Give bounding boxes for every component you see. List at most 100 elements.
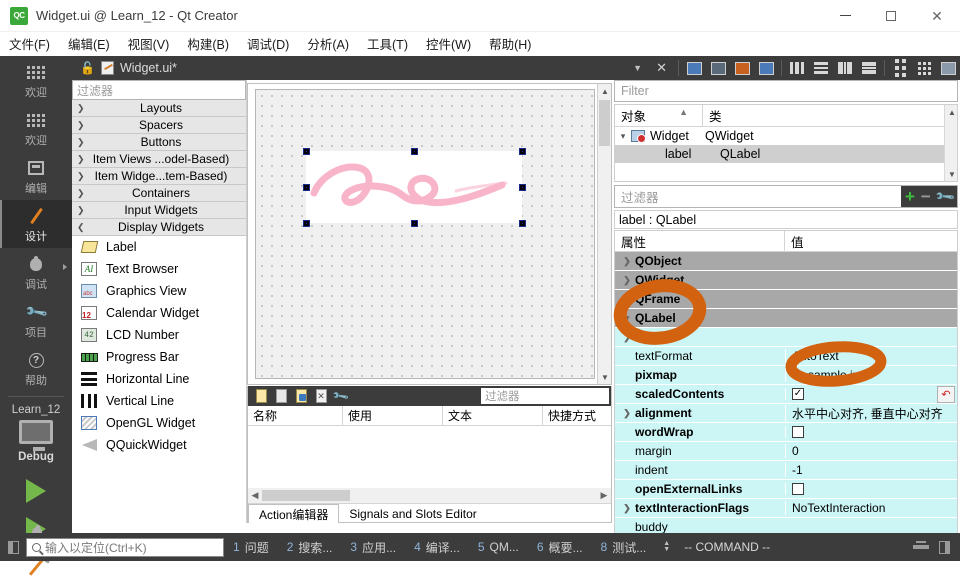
mode-welcome-1[interactable]: 欢迎: [0, 56, 72, 104]
column-header-value[interactable]: 值: [785, 231, 957, 251]
form-widget[interactable]: [255, 89, 595, 379]
property-row-scaledcontents[interactable]: scaledContents ✓ ↶: [615, 385, 957, 404]
column-header-used[interactable]: 使用: [343, 406, 443, 425]
tab-signals-and-slots-editor[interactable]: Signals and Slots Editor: [339, 504, 486, 523]
chevron-right-icon[interactable]: ❯: [619, 408, 635, 419]
menu-view[interactable]: 视图(V): [119, 31, 179, 56]
property-row-alignment[interactable]: ❯ alignment 水平中心对齐, 垂直中心对齐: [615, 404, 957, 423]
property-value[interactable]: AutoText: [785, 349, 957, 363]
widgetbox-category-item-widgets[interactable]: ❯ Item Widge...tem-Based): [72, 168, 246, 185]
scrollbar-thumb[interactable]: [262, 490, 350, 501]
mode-help[interactable]: ? 帮助: [0, 344, 72, 392]
object-inspector-filter-input[interactable]: Filter: [614, 80, 958, 102]
widgetbox-category-display-widgets[interactable]: ❮ Display Widgets: [72, 219, 246, 236]
resize-handle-bottom-center[interactable]: [411, 220, 418, 227]
column-header-shortcut[interactable]: 快捷方式: [543, 406, 611, 425]
property-filter-input[interactable]: 过滤器: [615, 187, 901, 206]
widget-item-text-browser[interactable]: AI Text Browser: [72, 258, 246, 280]
scrollbar-thumb[interactable]: [599, 100, 610, 146]
widget-item-horizontal-line[interactable]: Horizontal Line: [72, 368, 246, 390]
widget-box-filter-input[interactable]: 过滤器: [72, 80, 246, 100]
column-header-property[interactable]: 属性: [615, 231, 785, 251]
menu-file[interactable]: 文件(F): [0, 31, 59, 56]
chevron-down-icon[interactable]: ▾: [619, 313, 635, 324]
unlock-icon[interactable]: 🔓: [80, 61, 95, 75]
status-panel-qml-debugger[interactable]: 5 QM...: [469, 540, 528, 554]
minus-icon[interactable]: −: [921, 188, 931, 205]
layout-vertically-icon[interactable]: [811, 59, 831, 77]
checkbox-unchecked-icon[interactable]: [792, 483, 804, 495]
widgetbox-category-buttons[interactable]: ❯ Buttons: [72, 134, 246, 151]
chevron-right-icon[interactable]: ❯: [619, 503, 635, 514]
property-value[interactable]: 0: [785, 444, 957, 458]
mode-edit[interactable]: 编辑: [0, 152, 72, 200]
edit-signals-slots-icon[interactable]: [708, 59, 728, 77]
layout-in-grid-icon[interactable]: [914, 59, 934, 77]
column-header-text[interactable]: 文本: [443, 406, 543, 425]
chevron-right-icon[interactable]: ❯: [619, 256, 635, 267]
close-document-icon[interactable]: ✕: [648, 60, 675, 76]
chevron-down-icon[interactable]: ▾: [615, 131, 631, 142]
property-editor-table[interactable]: 属性 值 ❯ QObject ❯ QWidget ❯ QFrame ▾ QLab…: [614, 230, 958, 538]
resize-handle-top-center[interactable]: [411, 148, 418, 155]
property-value[interactable]: sample.jpg: [785, 368, 957, 382]
configure-icon[interactable]: 🔧: [332, 388, 350, 406]
status-panel-issues[interactable]: 1 问题: [224, 539, 278, 556]
widgetbox-category-item-views[interactable]: ❯ Item Views ...odel-Based): [72, 151, 246, 168]
widgetbox-category-spacers[interactable]: ❯ Spacers: [72, 117, 246, 134]
edit-buddies-icon[interactable]: [732, 59, 752, 77]
widget-item-lcd-number[interactable]: 42 LCD Number: [72, 324, 246, 346]
layout-horizontally-icon[interactable]: [787, 59, 807, 77]
widget-item-progress-bar[interactable]: Progress Bar: [72, 346, 246, 368]
paste-action-icon[interactable]: [292, 388, 310, 405]
object-tree-row-label[interactable]: label QLabel: [615, 145, 957, 163]
status-panel-search[interactable]: 2 搜索...: [278, 539, 342, 556]
delete-action-icon[interactable]: ✕: [312, 388, 330, 405]
menu-help[interactable]: 帮助(H): [480, 31, 540, 56]
status-panel-overview[interactable]: 6 概要...: [528, 539, 592, 556]
maximize-button[interactable]: [868, 0, 914, 32]
toggle-output-pane-button[interactable]: [939, 540, 950, 554]
widget-item-opengl-widget[interactable]: OpenGL Widget: [72, 412, 246, 434]
resize-handle-middle-right[interactable]: [519, 184, 526, 191]
menu-build[interactable]: 构建(B): [178, 31, 238, 56]
copy-action-icon[interactable]: [272, 388, 290, 405]
widget-item-qquickwidget[interactable]: QQuickWidget: [72, 434, 246, 456]
property-value-checkbox[interactable]: ✓: [785, 388, 957, 400]
property-value[interactable]: -1: [785, 463, 957, 477]
scroll-up-arrow-icon[interactable]: ▲: [598, 84, 611, 98]
widget-item-graphics-view[interactable]: Graphics View: [72, 280, 246, 302]
mode-debug[interactable]: 调试: [0, 248, 72, 296]
resize-handle-bottom-right[interactable]: [519, 220, 526, 227]
chevron-down-icon[interactable]: ▼: [633, 63, 648, 73]
menu-analyze[interactable]: 分析(A): [298, 31, 358, 56]
wrench-icon[interactable]: 🔧: [934, 185, 957, 208]
edit-tab-order-icon[interactable]: [756, 59, 776, 77]
run-button[interactable]: [0, 463, 72, 503]
menu-widgets[interactable]: 控件(W): [417, 31, 480, 56]
action-editor-rows[interactable]: [248, 426, 611, 488]
plus-icon[interactable]: +: [905, 188, 915, 205]
new-action-icon[interactable]: [252, 388, 270, 405]
property-row-indent[interactable]: indent -1: [615, 461, 957, 480]
layout-in-splitter-h-icon[interactable]: [835, 59, 855, 77]
selected-label-widget[interactable]: [306, 151, 522, 223]
property-group-qwidget[interactable]: ❯ QWidget: [615, 271, 957, 290]
widgetbox-category-containers[interactable]: ❯ Containers: [72, 185, 246, 202]
property-group-qobject[interactable]: ❯ QObject: [615, 252, 957, 271]
widgetbox-category-layouts[interactable]: ❯ Layouts: [72, 100, 246, 117]
property-row-pixmap[interactable]: pixmap sample.jpg: [615, 366, 957, 385]
checkbox-unchecked-icon[interactable]: [792, 426, 804, 438]
layout-in-form-icon[interactable]: [890, 59, 910, 77]
status-panel-tests[interactable]: 8 测试...: [592, 539, 656, 556]
chevron-right-icon[interactable]: ❯: [619, 332, 635, 343]
property-value[interactable]: NoTextInteraction: [785, 501, 957, 515]
break-layout-icon[interactable]: [938, 59, 958, 77]
scroll-down-arrow-icon[interactable]: ▼: [598, 370, 611, 384]
status-panel-application-output[interactable]: 3 应用...: [341, 539, 405, 556]
scroll-up-arrow-icon[interactable]: ▲: [945, 105, 959, 119]
property-value-checkbox[interactable]: [785, 426, 957, 438]
panel-size-stepper[interactable]: ▲ ▼: [655, 540, 678, 553]
object-inspector[interactable]: 对象 ▲ 类 ▾ Widget QWidget label QLabel ▲ ▼: [614, 104, 958, 182]
menu-debug[interactable]: 调试(D): [238, 31, 298, 56]
